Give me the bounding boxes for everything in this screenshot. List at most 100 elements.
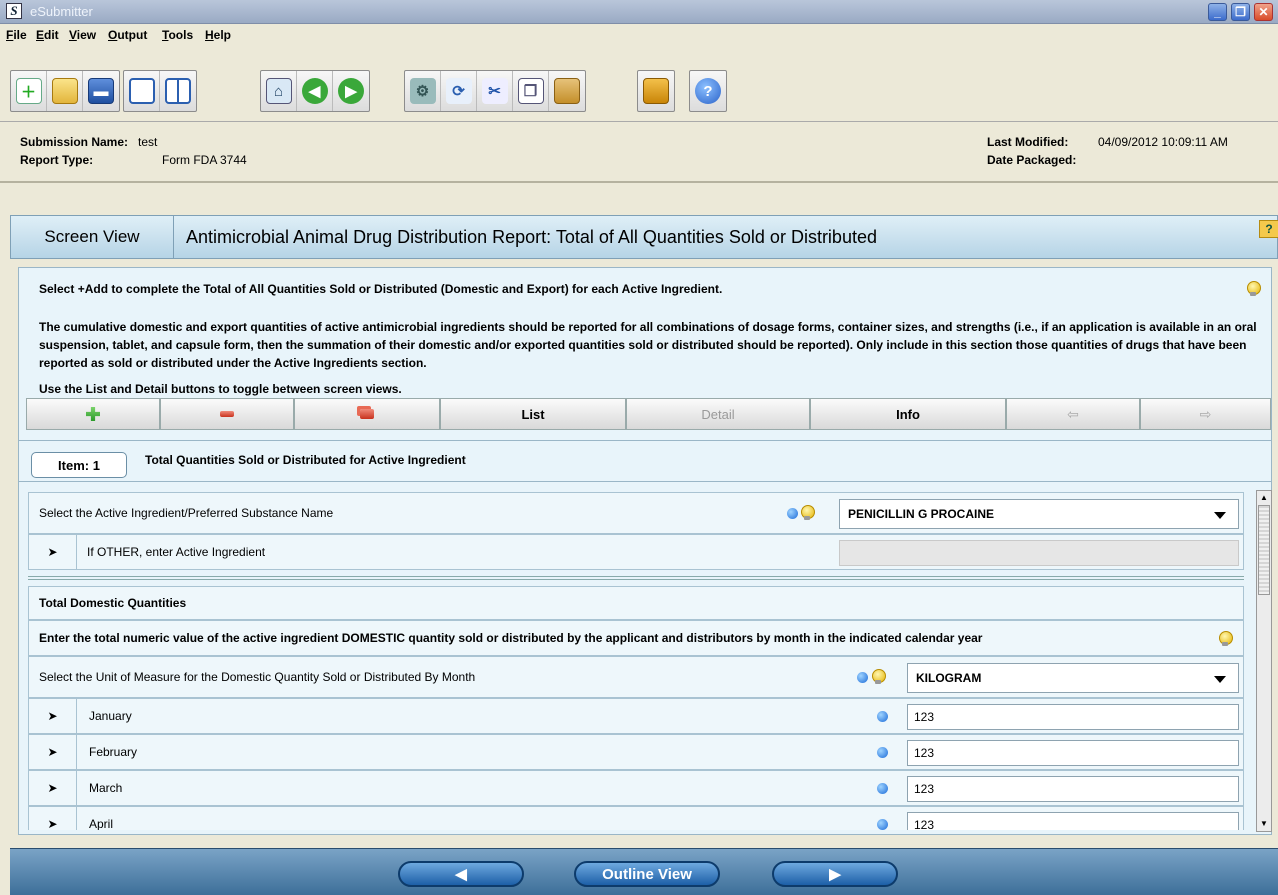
uom-value: KILOGRAM	[916, 671, 982, 685]
info-button[interactable]: Info	[810, 398, 1006, 430]
add-button[interactable]	[26, 398, 160, 430]
help-button[interactable]: ?	[690, 71, 726, 111]
help-question-icon: ?	[695, 78, 721, 104]
info-dot-icon[interactable]	[877, 819, 888, 830]
domestic-instruction: Enter the total numeric value of the act…	[39, 631, 983, 645]
remove-button[interactable]	[160, 398, 294, 430]
menu-help[interactable]: Help	[205, 28, 231, 42]
toolbar-group-file: ＋ ▬	[10, 70, 120, 112]
toolbar-group-nav: ⌂ ◀ ▶	[260, 70, 370, 112]
active-ingredient-value: PENICILLIN G PROCAINE	[848, 507, 995, 521]
new-document-button[interactable]: ＋	[11, 71, 47, 111]
hint-bulb-icon[interactable]	[1219, 631, 1233, 647]
settings-gears-icon: ⚙	[409, 78, 436, 104]
hint-bulb-icon[interactable]	[801, 505, 815, 521]
menu-output[interactable]: Output	[108, 28, 147, 42]
help-folder-icon[interactable]: ?	[1259, 220, 1278, 238]
toolbar-group-window	[123, 70, 197, 112]
copy-button[interactable]: ❐	[513, 71, 549, 111]
info-dot-icon[interactable]	[857, 672, 868, 683]
month-value-input[interactable]: 123	[907, 704, 1239, 730]
detail-button[interactable]: Detail	[626, 398, 810, 430]
close-button[interactable]: ✕	[1254, 3, 1273, 21]
info-dot-icon[interactable]	[877, 783, 888, 794]
instruction-add: Select +Add to complete the Total of All…	[39, 282, 723, 296]
form-scrollbar[interactable]: ▲ ▼	[1256, 490, 1272, 832]
item-tab[interactable]: Item: 1	[31, 452, 127, 478]
maximize-button[interactable]: ❐	[1231, 3, 1250, 21]
submission-name-value: test	[138, 135, 158, 149]
previous-item-button[interactable]: ⇦	[1006, 398, 1140, 430]
row-pointer-icon: ➤	[29, 771, 77, 805]
package-button[interactable]	[638, 71, 674, 111]
menu-view[interactable]: View	[69, 28, 96, 42]
split-window-button[interactable]	[160, 71, 196, 111]
scrollbar-thumb[interactable]	[1258, 505, 1270, 595]
left-arrow-icon: ⇦	[1067, 405, 1079, 422]
copy-icon: ❐	[517, 78, 544, 104]
minimize-button[interactable]: _	[1208, 3, 1227, 21]
home-icon: ⌂	[265, 78, 292, 104]
scroll-up-icon[interactable]: ▲	[1257, 491, 1271, 505]
active-ingredient-select[interactable]: PENICILLIN G PROCAINE	[839, 499, 1239, 529]
chevron-down-icon	[1214, 676, 1226, 683]
save-button[interactable]: ▬	[83, 71, 119, 111]
settings-button[interactable]: ⚙	[405, 71, 441, 111]
date-packaged-label: Date Packaged:	[987, 153, 1077, 167]
list-button[interactable]: List	[440, 398, 626, 430]
menu-bar: File Edit View Output Tools Help	[0, 24, 1278, 46]
next-item-button[interactable]: ⇨	[1140, 398, 1271, 430]
package-box-icon	[643, 78, 669, 104]
paste-clipboard-icon	[554, 78, 580, 104]
cut-scissors-icon: ✂	[481, 78, 508, 104]
item-header: Item: 1 Total Quantities Sold or Distrib…	[18, 440, 1272, 482]
info-dot-icon[interactable]	[877, 711, 888, 722]
month-value-input[interactable]: 123	[907, 776, 1239, 802]
open-button[interactable]	[47, 71, 83, 111]
last-modified-value: 04/09/2012 10:09:11 AM	[1098, 135, 1228, 149]
paste-button[interactable]	[549, 71, 585, 111]
uom-row: Select the Unit of Measure for the Domes…	[28, 656, 1244, 698]
scroll-down-icon[interactable]: ▼	[1257, 817, 1271, 831]
hint-bulb-icon[interactable]	[872, 669, 886, 685]
refresh-button[interactable]: ⟳	[441, 71, 477, 111]
home-button[interactable]: ⌂	[261, 71, 297, 111]
month-value-input[interactable]: 123	[907, 812, 1239, 830]
row-pointer-icon: ➤	[29, 699, 77, 733]
cut-button[interactable]: ✂	[477, 71, 513, 111]
month-value-input[interactable]: 123	[907, 740, 1239, 766]
single-window-button[interactable]	[124, 71, 160, 111]
month-label: April	[89, 817, 114, 830]
uom-select[interactable]: KILOGRAM	[907, 663, 1239, 693]
screen-view-label: Screen View	[11, 216, 174, 258]
section-divider	[28, 576, 1244, 580]
save-disk-icon: ▬	[88, 78, 114, 104]
month-row-february: ➤ February 123	[28, 734, 1244, 770]
item-title: Total Quantities Sold or Distributed for…	[145, 453, 466, 467]
split-window-icon	[165, 78, 191, 104]
other-ingredient-input[interactable]	[839, 540, 1239, 566]
toolbar-group-edit: ⚙ ⟳ ✂ ❐	[404, 70, 586, 112]
refresh-icon: ⟳	[445, 78, 472, 104]
hint-bulb-icon[interactable]	[1247, 281, 1261, 297]
footer-navigation: ◀ Outline View ▶	[10, 848, 1278, 895]
next-screen-button[interactable]: ▶	[772, 861, 898, 887]
info-dot-icon[interactable]	[787, 508, 798, 519]
info-dot-icon[interactable]	[877, 747, 888, 758]
menu-file[interactable]: File	[6, 28, 27, 42]
menu-edit[interactable]: Edit	[36, 28, 59, 42]
instruction-cumulative: The cumulative domestic and export quant…	[39, 320, 1257, 370]
form-area: Select the Active Ingredient/Preferred S…	[28, 490, 1256, 830]
back-arrow-icon: ◀	[301, 78, 328, 104]
active-ingredient-row: Select the Active Ingredient/Preferred S…	[28, 492, 1244, 534]
uom-label: Select the Unit of Measure for the Domes…	[39, 670, 476, 684]
menu-tools[interactable]: Tools	[162, 28, 193, 42]
previous-screen-button[interactable]: ◀	[398, 861, 524, 887]
open-folder-icon	[51, 78, 78, 104]
delete-stack-icon	[360, 409, 374, 419]
forward-button[interactable]: ▶	[333, 71, 369, 111]
back-button[interactable]: ◀	[297, 71, 333, 111]
delete-all-button[interactable]	[294, 398, 440, 430]
instruction-toggle: Use the List and Detail buttons to toggl…	[39, 382, 402, 396]
outline-view-button[interactable]: Outline View	[574, 861, 720, 887]
